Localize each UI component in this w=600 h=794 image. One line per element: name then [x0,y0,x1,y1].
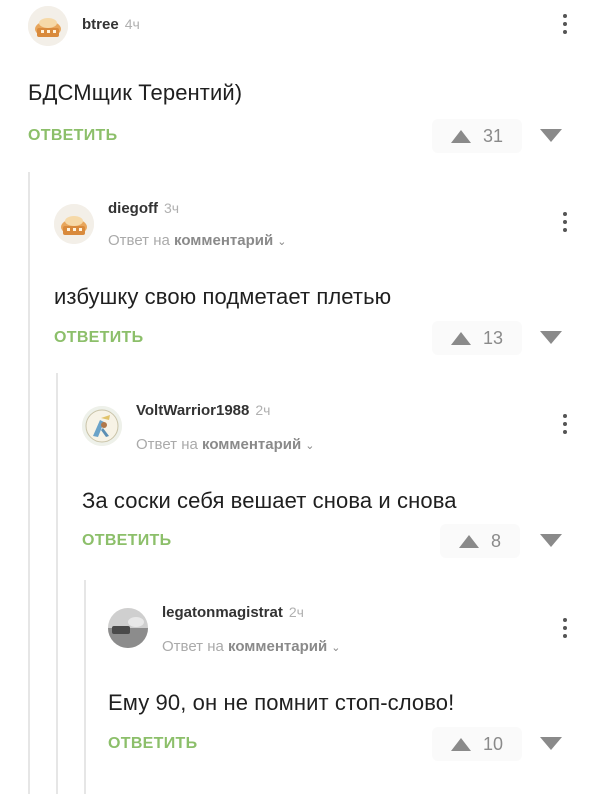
comment-text: БДСМщик Терентий) [28,80,243,105]
vote-score: 8 [490,530,501,551]
reply-to-line: Ответ на комментарий ⌄ [136,436,314,453]
reply-button[interactable]: ОТВЕТИТЬ [54,329,143,347]
downvote-button[interactable] [540,331,562,344]
reply-button[interactable]: ОТВЕТИТЬ [28,127,117,145]
photo-avatar-icon[interactable] [108,608,148,648]
comment-text: За соски себя вешает снова и снова [82,488,457,513]
more-menu-icon[interactable] [560,414,570,444]
author-name[interactable]: VoltWarrior1988 [136,402,249,419]
more-menu-icon[interactable] [560,212,570,242]
bread-avatar-icon[interactable] [54,204,94,244]
reply-to-prefix: Ответ на [162,638,224,655]
thread-line-2 [56,373,58,794]
warrior-avatar-icon[interactable] [82,406,122,446]
more-menu-icon[interactable] [560,618,570,648]
upvote-arrow-icon [450,331,471,345]
chevron-down-icon[interactable]: ⌄ [331,641,340,654]
comment-time: 4ч [124,16,140,32]
chevron-down-icon[interactable]: ⌄ [305,439,314,452]
upvote-button[interactable]: 13 [432,321,522,355]
reply-to-link[interactable]: комментарий [228,638,327,655]
downvote-button[interactable] [540,737,562,750]
author-name[interactable]: btree [82,16,119,33]
upvote-arrow-icon [450,737,471,751]
comment-text: Ему 90, он не помнит стоп-слово! [108,690,455,715]
comment-time: 2ч [288,604,304,620]
reply-button[interactable]: ОТВЕТИТЬ [82,532,171,550]
reply-button[interactable]: ОТВЕТИТЬ [108,735,197,753]
vote-score: 10 [482,733,504,754]
reply-to-prefix: Ответ на [108,232,170,249]
upvote-arrow-icon [458,534,479,548]
comment-time: 3ч [164,200,180,216]
reply-to-link[interactable]: комментарий [202,436,301,453]
reply-to-prefix: Ответ на [136,436,198,453]
upvote-arrow-icon [450,129,471,143]
reply-to-line: Ответ на комментарий ⌄ [108,232,286,249]
downvote-button[interactable] [540,534,562,547]
chevron-down-icon[interactable]: ⌄ [277,235,286,248]
comment-time: 2ч [255,402,271,418]
more-menu-icon[interactable] [560,14,570,44]
upvote-button[interactable]: 10 [432,727,522,761]
downvote-button[interactable] [540,129,562,142]
reply-to-link[interactable]: комментарий [174,232,273,249]
author-name[interactable]: legatonmagistrat [162,604,283,621]
author-name[interactable]: diegoff [108,200,158,217]
vote-score: 13 [482,327,504,348]
comment-text: избушку свою подметает плетью [54,284,392,309]
reply-to-line: Ответ на комментарий ⌄ [162,638,340,655]
thread-line-1 [28,172,30,794]
thread-line-3 [84,580,86,794]
bread-avatar-icon[interactable] [28,6,68,46]
vote-score: 31 [482,125,504,146]
upvote-button[interactable]: 31 [432,119,522,153]
upvote-button[interactable]: 8 [440,524,520,558]
